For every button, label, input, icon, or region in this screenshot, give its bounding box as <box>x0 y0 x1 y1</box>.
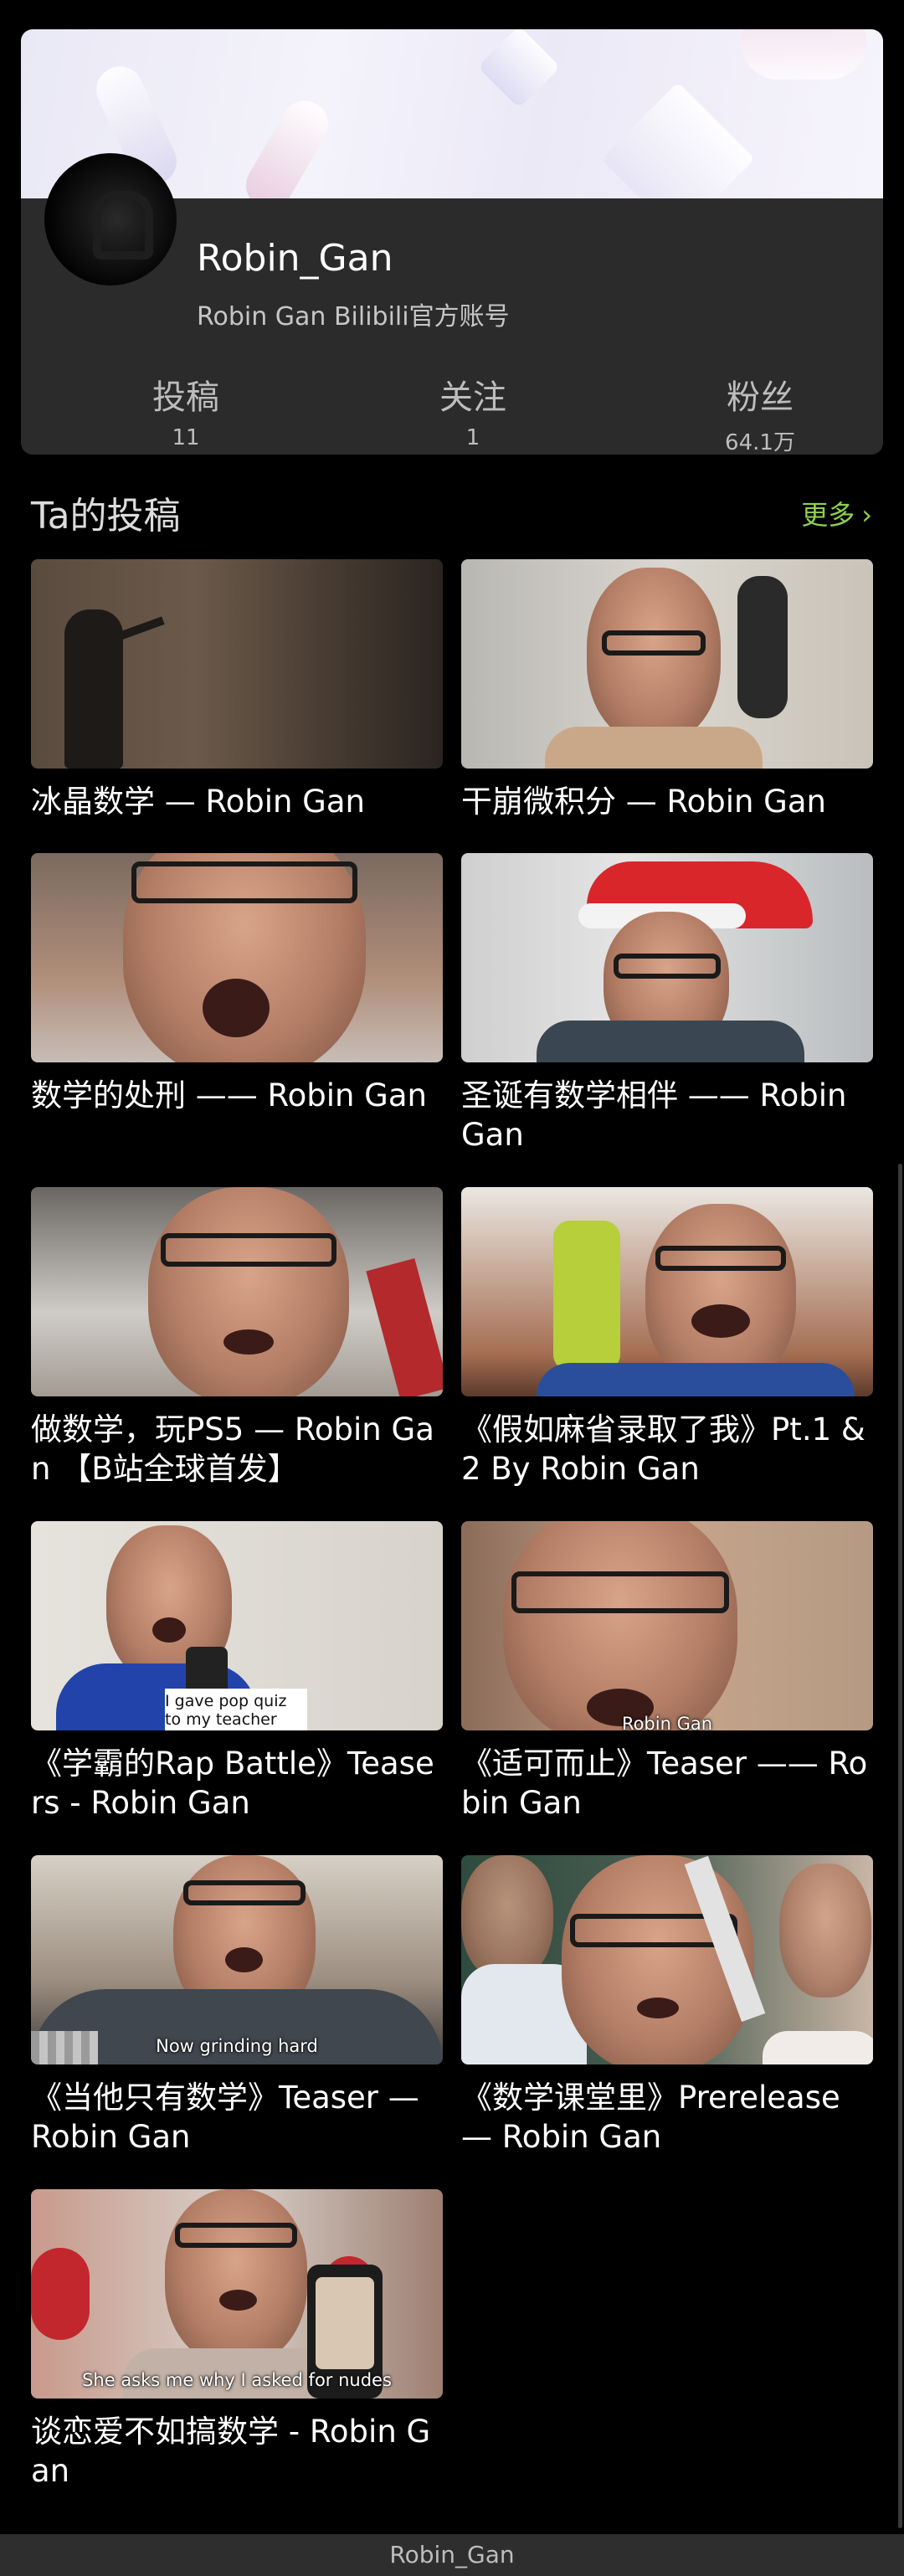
thumbnail-caption: She asks me why I asked for nudes <box>82 2370 392 2390</box>
profile-card[interactable]: Robin_Gan Robin Gan Bilibili官方账号 投稿 11 关… <box>21 29 883 455</box>
video-thumbnail[interactable]: Now grinding hard <box>31 1855 443 2064</box>
video-thumbnail[interactable]: She asks me why I asked for nudes <box>31 2189 443 2399</box>
video-thumbnail[interactable] <box>31 853 443 1062</box>
video-card[interactable]: 做数学，玩PS5 — Robin Gan 【B站全球首发】 <box>31 1187 443 1489</box>
video-title[interactable]: 《适可而止》Teaser —— Robin Gan <box>461 1744 873 1823</box>
more-link-label: 更多 <box>801 499 855 531</box>
video-card[interactable]: 《假如麻省录取了我》Pt.1 & 2 By Robin Gan <box>461 1187 873 1489</box>
thumbnail-caption: I gave pop quiz to my teacher <box>165 1692 287 1729</box>
video-title[interactable]: 做数学，玩PS5 — Robin Gan 【B站全球首发】 <box>31 1410 443 1489</box>
bottom-bar-label: Robin_Gan <box>389 2541 515 2568</box>
chevron-right-icon: › <box>861 499 872 531</box>
video-title[interactable]: 数学的处刑 —— Robin Gan <box>31 1076 443 1115</box>
video-card[interactable]: Robin Gan 《适可而止》Teaser —— Robin Gan <box>461 1521 873 1823</box>
more-link[interactable]: 更多 › <box>801 494 872 532</box>
video-thumbnail[interactable] <box>461 1855 873 2064</box>
video-thumbnail[interactable] <box>31 559 443 769</box>
stat-posts-value: 11 <box>172 425 200 450</box>
section-title: Ta的投稿 <box>31 495 181 537</box>
video-card[interactable]: Now grinding hard 《当他只有数学》Teaser — Robin… <box>31 1855 443 2157</box>
avatar[interactable] <box>44 153 177 285</box>
video-thumbnail[interactable] <box>461 853 873 1062</box>
video-title[interactable]: 谈恋爱不如搞数学 - Robin Gan <box>31 2412 443 2491</box>
video-title[interactable]: 圣诞有数学相伴 —— Robin Gan <box>461 1076 873 1154</box>
video-card[interactable]: I gave pop quiz to my teacher 《学霸的Rap Ba… <box>31 1521 443 1823</box>
stat-fans-label: 粉丝 <box>727 378 794 417</box>
video-card[interactable]: She asks me why I asked for nudes 谈恋爱不如搞… <box>31 2189 443 2491</box>
video-thumbnail[interactable]: I gave pop quiz to my teacher <box>31 1521 443 1730</box>
video-card[interactable]: 干崩微积分 — Robin Gan <box>461 559 873 821</box>
thumbnail-caption: Now grinding hard <box>156 2036 318 2056</box>
stat-following[interactable]: 关注 1 <box>381 377 565 450</box>
video-card[interactable]: 圣诞有数学相伴 —— Robin Gan <box>461 853 873 1154</box>
thumbnail-caption: Robin Gan <box>621 1714 713 1730</box>
stat-posts[interactable]: 投稿 11 <box>94 377 278 450</box>
video-thumbnail[interactable] <box>31 1187 443 1396</box>
video-title[interactable]: 《当他只有数学》Teaser — Robin Gan <box>31 2078 443 2157</box>
profile-description: Robin Gan Bilibili官方账号 <box>197 302 510 332</box>
stat-posts-label: 投稿 <box>152 378 219 417</box>
video-card[interactable]: 数学的处刑 —— Robin Gan <box>31 853 443 1115</box>
video-thumbnail[interactable]: Robin Gan <box>461 1521 873 1730</box>
video-title[interactable]: 《学霸的Rap Battle》Teasers - Robin Gan <box>31 1744 443 1823</box>
stat-following-label: 关注 <box>439 378 506 417</box>
video-card[interactable]: 《数学课堂里》Prerelease — Robin Gan <box>461 1855 873 2157</box>
video-title[interactable]: 冰晶数学 — Robin Gan <box>31 782 443 821</box>
profile-name: Robin_Gan <box>197 237 393 280</box>
stat-following-value: 1 <box>465 425 480 450</box>
video-title[interactable]: 《数学课堂里》Prerelease — Robin Gan <box>461 2078 873 2157</box>
scrollbar[interactable] <box>898 1164 902 2528</box>
stat-fans[interactable]: 粉丝 64.1万 <box>668 377 852 455</box>
video-card[interactable]: 冰晶数学 — Robin Gan <box>31 559 443 821</box>
bottom-bar: Robin_Gan <box>0 2534 904 2576</box>
stat-fans-value: 64.1万 <box>725 430 795 455</box>
video-title[interactable]: 干崩微积分 — Robin Gan <box>461 782 873 821</box>
video-title[interactable]: 《假如麻省录取了我》Pt.1 & 2 By Robin Gan <box>461 1410 873 1489</box>
video-thumbnail[interactable] <box>461 1187 873 1396</box>
video-thumbnail[interactable] <box>461 559 873 769</box>
